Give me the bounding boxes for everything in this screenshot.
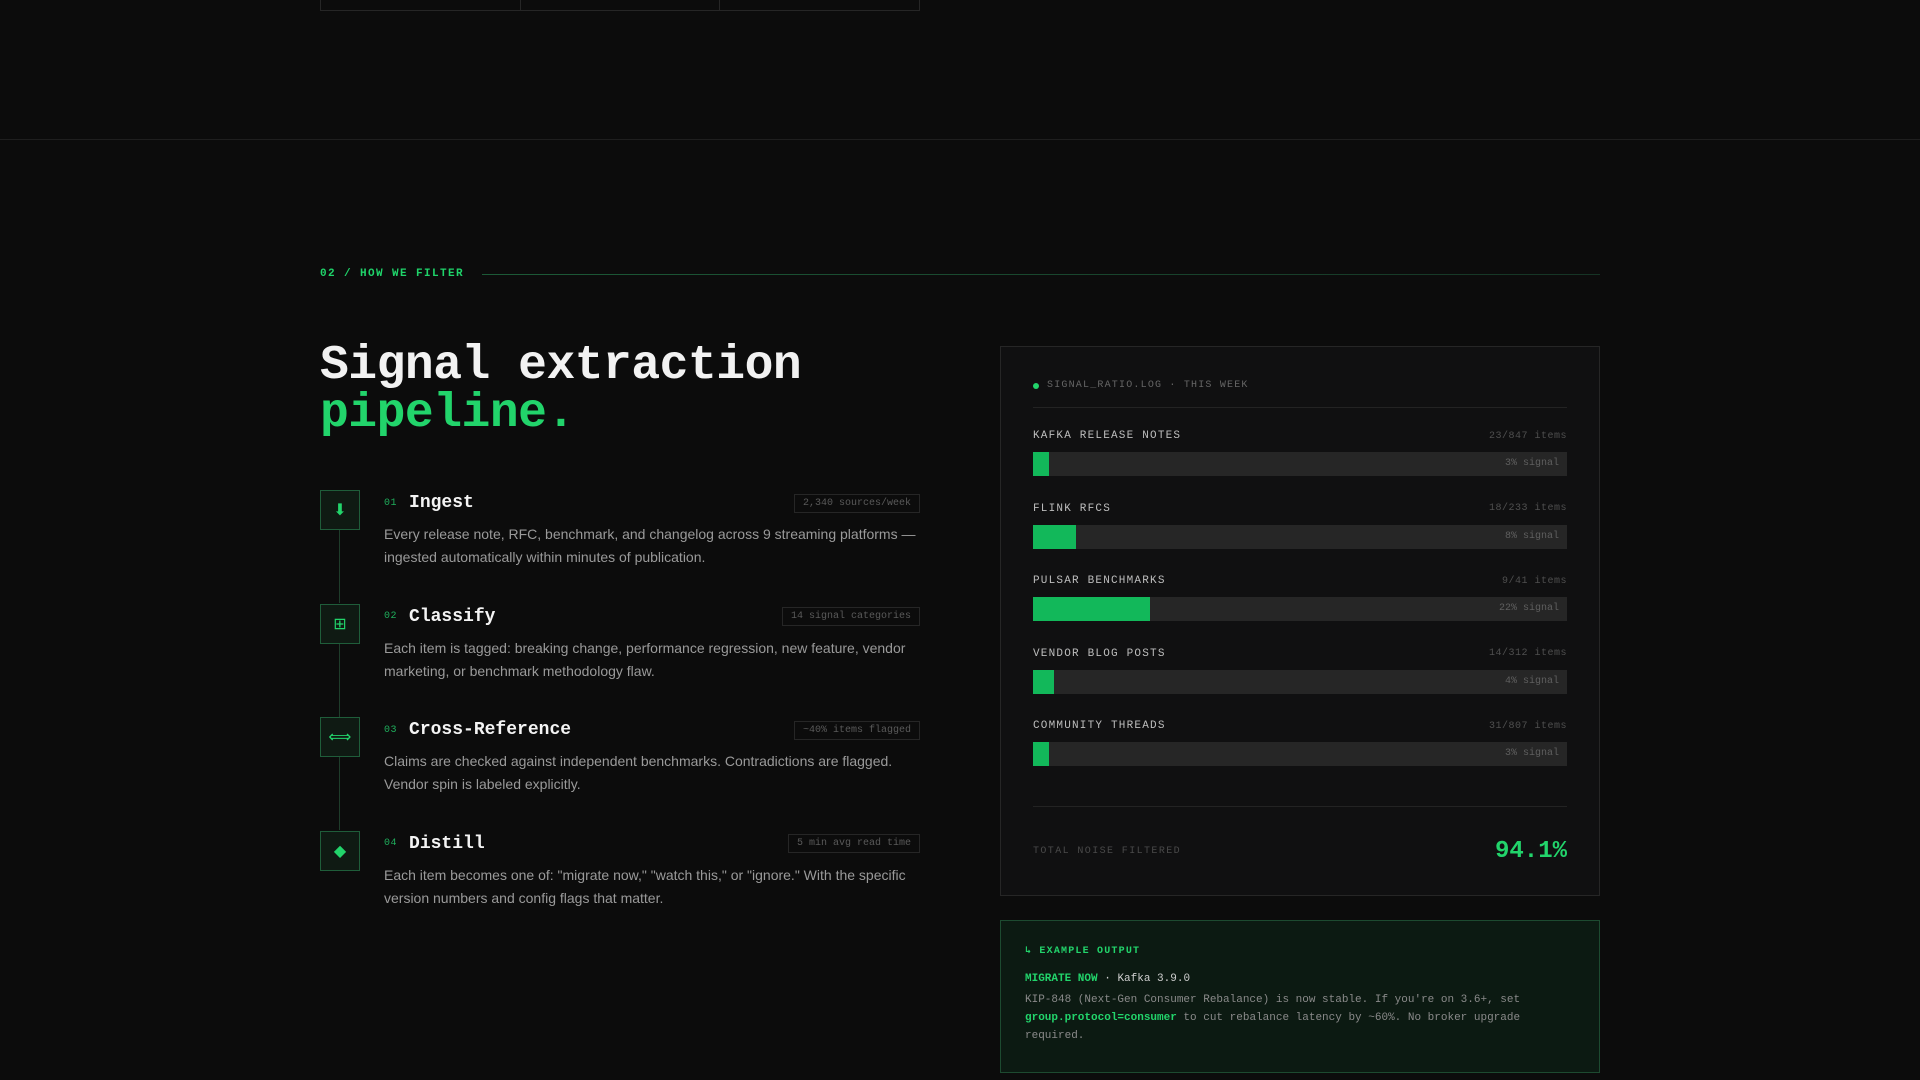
- step-description: Each item is tagged: breaking change, pe…: [384, 639, 906, 679]
- example-separator: ·: [1097, 973, 1118, 985]
- signal-bar-fill: [1033, 524, 1076, 549]
- step-description: Claims are checked against independent b…: [384, 753, 893, 792]
- signal-bar: 4% signal: [1033, 669, 1567, 694]
- section-label-line: [482, 273, 1600, 275]
- signal-bar: 22% signal: [1033, 597, 1567, 621]
- signal-source-name: FLINK RFCS: [1033, 502, 1112, 515]
- step-header: 02 Classify 14 signal categories: [384, 604, 920, 630]
- signal-card-header: SIGNAL_RATIO.LOG · THIS WEEK: [1033, 380, 1567, 408]
- migrate-now-tag: MIGRATE NOW: [1025, 973, 1098, 985]
- signal-source-name: COMMUNITY THREADS: [1033, 720, 1166, 732]
- pipeline-step-cross-reference: ⟺ 03 Cross-Reference ~40% items flagged …: [320, 717, 920, 831]
- section-label-text: 02 / HOW WE FILTER: [320, 268, 465, 280]
- signal-row: VENDOR BLOG POSTS 14/312 items 4% signal: [1033, 646, 1567, 719]
- example-output-card: ↳ EXAMPLE OUTPUT MIGRATE NOW · Kafka 3.9…: [1000, 920, 1600, 1073]
- step-connector: [339, 530, 340, 603]
- page-title: Signal extraction pipeline.: [320, 339, 802, 441]
- signal-row: PULSAR BENCHMARKS 9/41 items 22% signal: [1033, 573, 1567, 646]
- signal-card-footer: TOTAL NOISE FILTERED 94.1%: [1033, 806, 1567, 896]
- page-title-line1: Signal extraction: [320, 339, 802, 393]
- signal-row: KAFKA RELEASE NOTES 23/847 items 3% sign…: [1033, 428, 1567, 501]
- pipeline-step-classify: ⊞ 02 Classify 14 signal categories Each …: [320, 603, 920, 718]
- step-number: 02: [384, 611, 398, 622]
- signal-bar-fill: [1033, 452, 1050, 476]
- example-subject: Kafka 3.9.0: [1117, 973, 1191, 985]
- signal-row: FLINK RFCS 18/233 items 8% signal: [1033, 501, 1567, 574]
- signal-rows: KAFKA RELEASE NOTES 23/847 items 3% sign…: [1033, 428, 1567, 791]
- pipeline-steps: ⬇ 01 Ingest 2,340 sources/week Every rel…: [320, 490, 920, 944]
- total-noise-value: 94.1%: [1494, 838, 1567, 865]
- pipeline-step-distill: ◆ 04 Distill 5 min avg read time Each it…: [320, 830, 920, 945]
- signal-bar: 3% signal: [1033, 452, 1567, 476]
- signal-bar: 8% signal: [1033, 524, 1567, 549]
- download-arrow-icon: ⬇: [320, 490, 360, 530]
- signal-bar-fill: [1033, 597, 1151, 621]
- step-tag: 2,340 sources/week: [793, 493, 920, 513]
- signal-bar-label: 8% signal: [1504, 530, 1559, 542]
- signal-bar-fill: [1033, 742, 1050, 766]
- signal-row: COMMUNITY THREADS 31/807 items 3% signal: [1033, 718, 1567, 791]
- step-connector: [339, 643, 340, 717]
- signal-source-count: 31/807 items: [1488, 720, 1567, 732]
- signal-source-name: VENDOR BLOG POSTS: [1033, 647, 1166, 660]
- example-output-body: KIP-848 (Next-Gen Consumer Rebalance) is…: [1025, 991, 1575, 1045]
- top-tab-cell: [521, 0, 721, 10]
- step-title: Cross-Reference: [409, 720, 572, 740]
- grid-icon: ⊞: [320, 603, 360, 644]
- signal-bar: 3% signal: [1033, 742, 1567, 766]
- step-tag: 5 min avg read time: [787, 834, 920, 853]
- signal-source-count: 23/847 items: [1488, 430, 1567, 442]
- step-title: Distill: [409, 833, 485, 854]
- live-status-dot-icon: [1033, 382, 1039, 389]
- pipeline-step-ingest: ⬇ 01 Ingest 2,340 sources/week Every rel…: [320, 490, 920, 604]
- step-header: 01 Ingest 2,340 sources/week: [384, 490, 920, 516]
- signal-bar-fill: [1033, 669, 1055, 694]
- signal-bar-label: 4% signal: [1504, 675, 1559, 687]
- step-header: 03 Cross-Reference ~40% items flagged: [384, 717, 920, 743]
- section-divider: [0, 139, 1920, 140]
- top-tab-cell: [321, 0, 521, 10]
- step-tag: ~40% items flagged: [793, 720, 920, 740]
- example-body-text: KIP-848 (Next-Gen Consumer Rebalance) is…: [1025, 994, 1521, 1006]
- signal-source-name: KAFKA RELEASE NOTES: [1033, 430, 1182, 442]
- signal-bar-label: 3% signal: [1504, 748, 1559, 759]
- page-title-line2: pipeline.: [320, 387, 575, 441]
- signal-bar-label: 22% signal: [1498, 603, 1559, 614]
- example-output-label: ↳ EXAMPLE OUTPUT: [1025, 946, 1141, 957]
- double-arrow-icon: ⟺: [320, 717, 360, 757]
- signal-source-name: PULSAR BENCHMARKS: [1033, 575, 1166, 587]
- total-noise-label: TOTAL NOISE FILTERED: [1033, 846, 1182, 857]
- signal-bar-label: 3% signal: [1504, 458, 1559, 469]
- signal-source-count: 14/312 items: [1488, 648, 1567, 659]
- signal-ratio-card: SIGNAL_RATIO.LOG · THIS WEEK KAFKA RELEA…: [1000, 346, 1600, 896]
- top-tab-cell: [720, 0, 919, 10]
- step-description: Every release note, RFC, benchmark, and …: [384, 526, 916, 565]
- step-title: Ingest: [409, 493, 474, 513]
- step-tag: 14 signal categories: [781, 607, 920, 626]
- step-number: 03: [384, 724, 398, 736]
- step-header: 04 Distill 5 min avg read time: [384, 831, 920, 857]
- step-description: Each item becomes one of: "migrate now,"…: [384, 866, 906, 906]
- example-output-title: MIGRATE NOW · Kafka 3.9.0: [1025, 973, 1575, 985]
- diamond-icon: ◆: [320, 830, 360, 871]
- step-number: 04: [384, 838, 398, 849]
- signal-card-title: SIGNAL_RATIO.LOG · THIS WEEK: [1047, 380, 1249, 391]
- step-connector: [339, 757, 340, 830]
- config-flag-code: group.protocol=consumer: [1025, 1012, 1177, 1024]
- step-title: Classify: [409, 606, 496, 627]
- signal-source-count: 9/41 items: [1501, 575, 1567, 587]
- section-label: 02 / HOW WE FILTER: [320, 268, 1600, 280]
- top-tab-strip: [320, 0, 920, 11]
- step-number: 01: [384, 497, 398, 509]
- signal-source-count: 18/233 items: [1488, 503, 1567, 514]
